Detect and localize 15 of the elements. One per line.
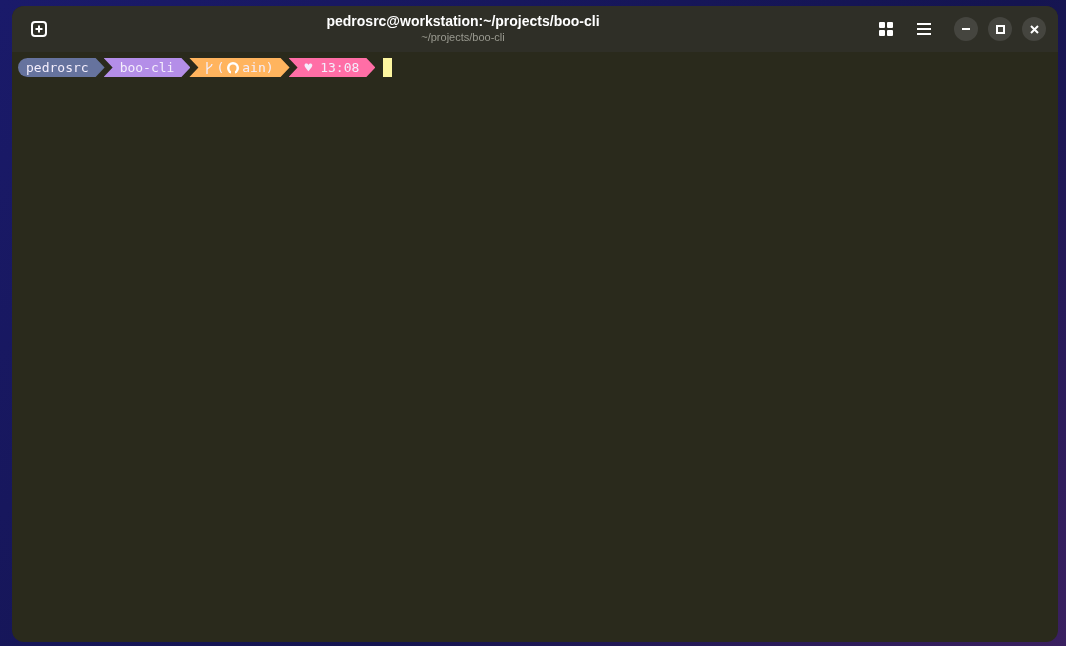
close-button[interactable] [1022,17,1046,41]
window-title: pedrosrc@workstation:~/projects/boo-cli [326,13,600,31]
window-subtitle: ~/projects/boo-cli [421,30,505,45]
maximize-icon [995,24,1005,34]
git-branch-name: ain) [242,58,274,77]
git-branch-prefix: ( [216,58,225,77]
maximize-button[interactable] [988,17,1012,41]
branch-icon [205,61,215,74]
minimize-icon [962,28,970,30]
cursor [383,58,393,77]
close-icon [1029,24,1039,34]
minimize-button[interactable] [954,17,978,41]
clock-time: ♥ 13:08 [304,58,360,77]
user-name: pedrosrc [26,58,89,77]
directory-name: boo-cli [119,58,175,77]
